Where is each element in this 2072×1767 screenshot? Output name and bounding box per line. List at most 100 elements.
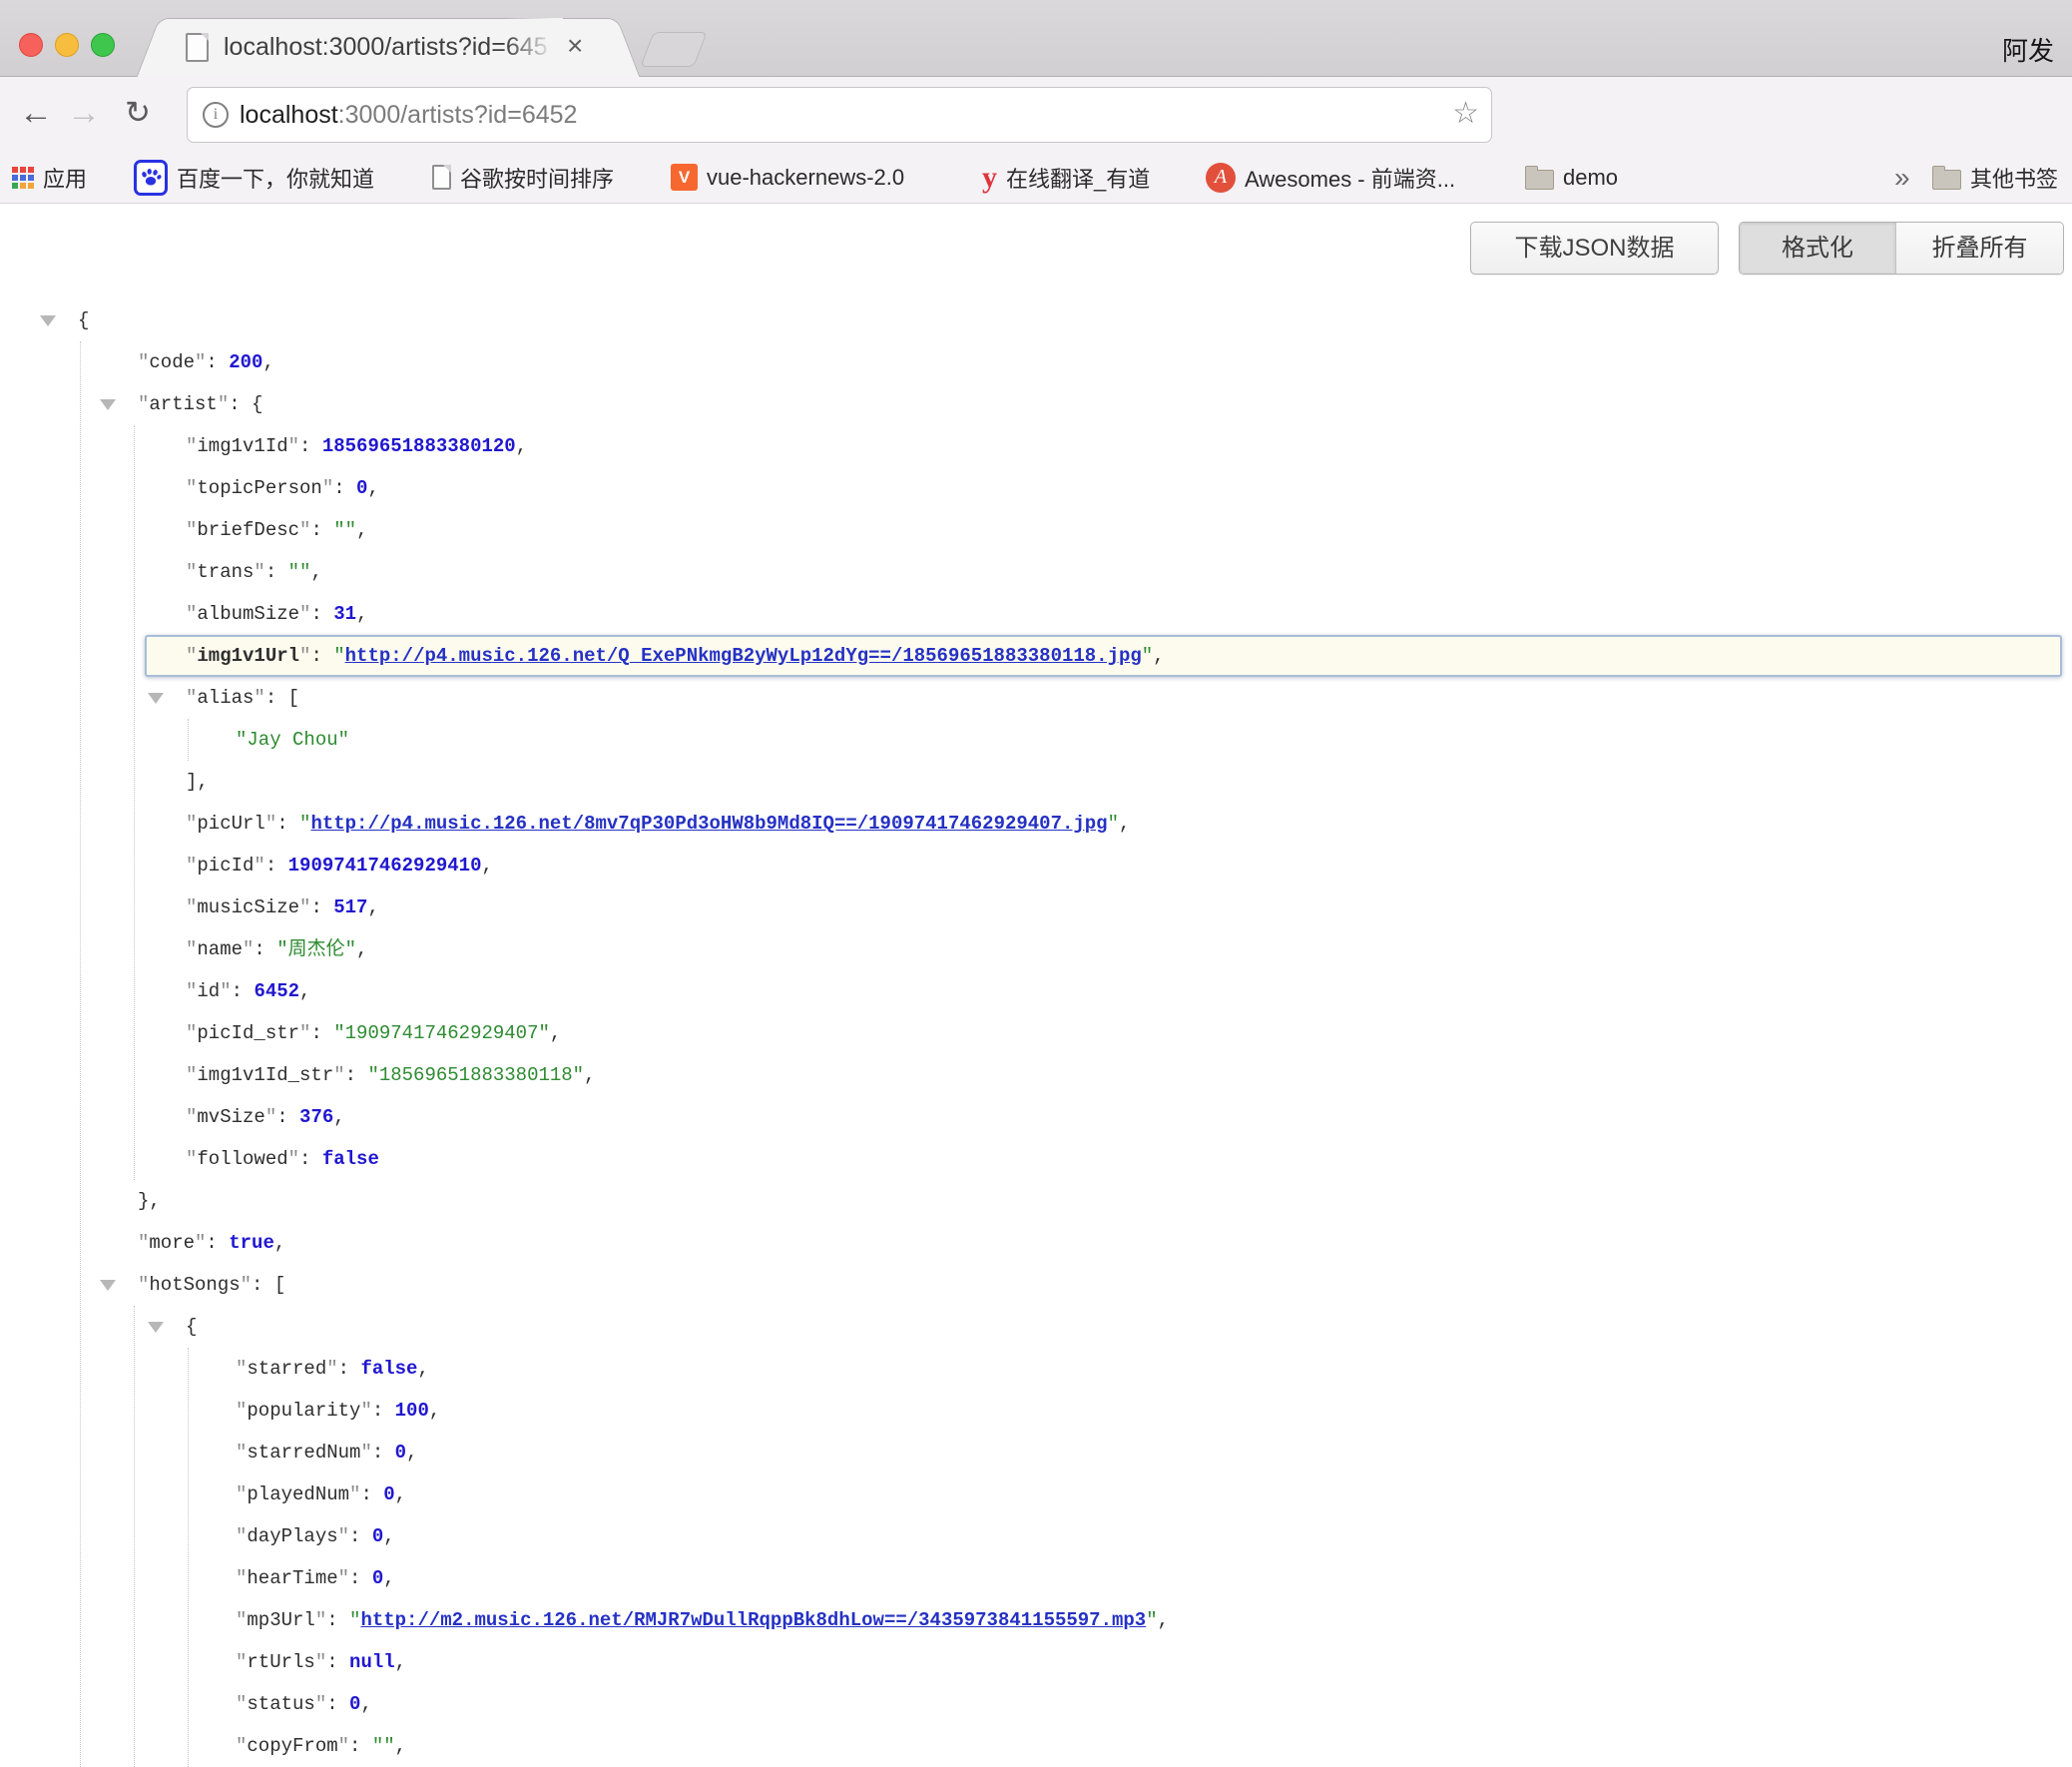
reload-button[interactable]: ↻: [116, 77, 160, 152]
json-line: "picUrl": "http://p4.music.126.net/8mv7q…: [0, 803, 2072, 845]
json-quote: ": [333, 645, 344, 667]
download-json-button[interactable]: 下载JSON数据: [1470, 222, 1719, 275]
json-value-string: "": [372, 1735, 395, 1757]
json-punctuation: ,: [383, 1567, 394, 1589]
forward-button: →: [62, 77, 106, 152]
json-quote: ": [254, 855, 264, 877]
json-line: "popularity": 100,: [0, 1390, 2072, 1432]
address-bar[interactable]: i localhost:3000/artists?id=6452 ☆: [187, 87, 1492, 143]
bookmark-vue-hackernews[interactable]: V vue-hackernews-2.0: [671, 152, 904, 203]
json-punctuation: :: [299, 1148, 322, 1170]
back-button[interactable]: ←: [14, 77, 58, 152]
json-key: albumSize: [197, 603, 299, 625]
json-key: trans: [197, 561, 254, 583]
json-quote: ": [138, 351, 149, 373]
tab-close-icon[interactable]: ×: [567, 18, 583, 77]
json-url-link[interactable]: http://p4.music.126.net/8mv7qP30Pd3oHW8b…: [310, 813, 1107, 835]
json-value-number: 200: [229, 351, 262, 373]
json-punctuation: ,: [1158, 1609, 1169, 1631]
json-url-link[interactable]: http://m2.music.126.net/RMJR7wDullRqppBk…: [360, 1609, 1146, 1631]
json-key: rtUrls: [247, 1651, 314, 1673]
json-punctuation: :: [349, 1735, 372, 1757]
json-key: followed: [197, 1148, 287, 1170]
json-value-number: 6452: [254, 980, 299, 1002]
window-close-button[interactable]: [19, 33, 43, 57]
bookmarks-overflow-chevron[interactable]: »: [1894, 152, 1910, 203]
json-line: "trans": "",: [0, 551, 2072, 593]
json-key: hotSongs: [149, 1274, 240, 1296]
page-icon: [186, 33, 209, 62]
json-quote: ": [186, 477, 197, 499]
bookmark-apps[interactable]: 应用: [12, 152, 87, 203]
json-key: picUrl: [197, 813, 264, 835]
json-punctuation: ,: [429, 1400, 440, 1422]
json-quote: ": [236, 1525, 247, 1547]
json-quote: ": [186, 938, 197, 960]
json-key: id: [197, 980, 220, 1002]
collapse-triangle-icon[interactable]: [148, 1322, 164, 1333]
browser-tab[interactable]: localhost:3000/artists?id=645 ×: [148, 18, 629, 77]
json-punctuation: ,: [367, 477, 378, 499]
json-quote: ": [299, 519, 310, 541]
bookmark-demo-folder[interactable]: demo: [1525, 152, 1618, 203]
window-zoom-button[interactable]: [91, 33, 115, 57]
bookmark-google-sort[interactable]: 谷歌按时间排序: [432, 152, 614, 203]
json-key: playedNum: [247, 1483, 349, 1505]
json-punctuation: :: [310, 645, 333, 667]
json-value-number: 18569651883380120: [322, 435, 516, 457]
json-key: mvSize: [197, 1106, 264, 1128]
new-tab-button[interactable]: [640, 32, 707, 67]
json-quote: ": [299, 896, 310, 918]
json-key: starred: [247, 1358, 326, 1380]
collapse-triangle-icon[interactable]: [100, 1280, 116, 1291]
json-punctuation: ,: [395, 1483, 406, 1505]
json-quote: ": [236, 1400, 247, 1422]
json-quote: ": [195, 351, 206, 373]
collapse-all-button[interactable]: 折叠所有: [1895, 223, 2063, 274]
bookmark-awesomes[interactable]: A Awesomes - 前端资...: [1206, 152, 1455, 203]
bookmark-star-icon[interactable]: ☆: [1452, 88, 1479, 142]
json-key: more: [149, 1232, 195, 1254]
json-key: topicPerson: [197, 477, 321, 499]
json-url-link[interactable]: http://p4.music.126.net/Q_ExePNkmgB2yWyL…: [345, 645, 1142, 667]
json-quote: ": [186, 1022, 197, 1044]
json-value-number: 0: [383, 1483, 394, 1505]
window-minimize-button[interactable]: [55, 33, 79, 57]
json-viewer: {"code": 200,"artist": {"img1v1Id": 1856…: [0, 299, 2072, 1767]
json-line: "followed": false: [0, 1138, 2072, 1180]
page-info-icon[interactable]: i: [203, 102, 229, 128]
json-quote: ": [186, 1064, 197, 1086]
json-value-string: "": [333, 519, 356, 541]
json-quote: ": [299, 603, 310, 625]
json-key: status: [247, 1693, 314, 1715]
json-punctuation: :: [372, 1400, 395, 1422]
json-punctuation: ,: [299, 980, 310, 1002]
json-key: dayPlays: [247, 1525, 337, 1547]
json-quote: ": [360, 1400, 371, 1422]
json-punctuation: {: [186, 1316, 197, 1338]
browser-profile-name[interactable]: 阿发: [2002, 31, 2054, 68]
other-bookmarks-folder[interactable]: 其他书签: [1932, 152, 2058, 203]
json-punctuation: ,: [1119, 813, 1130, 835]
collapse-triangle-icon[interactable]: [100, 399, 116, 410]
json-punctuation: :: [265, 855, 288, 877]
format-button[interactable]: 格式化: [1740, 223, 1895, 274]
json-quote: ": [349, 1483, 360, 1505]
bookmark-youdao[interactable]: y 在线翻译_有道: [982, 152, 1150, 203]
json-punctuation: ,: [356, 519, 367, 541]
json-line: "mp3Url": "http://m2.music.126.net/RMJR7…: [0, 1599, 2072, 1641]
json-punctuation: :: [333, 477, 356, 499]
json-punctuation: ,: [584, 1064, 595, 1086]
url-text[interactable]: localhost:3000/artists?id=6452: [240, 88, 577, 142]
collapse-triangle-icon[interactable]: [148, 693, 164, 704]
bookmarks-bar: 应用 百度一下，你就知道 谷歌按时间排序 V vue-hackernews-2.…: [0, 152, 2072, 204]
json-quote: ": [138, 393, 149, 415]
vue-v-icon: V: [671, 164, 698, 191]
bookmark-baidu[interactable]: 百度一下，你就知道: [134, 152, 374, 203]
awesomes-a-icon: A: [1206, 163, 1236, 193]
page-content: 下载JSON数据 格式化 折叠所有 {"code": 200,"artist":…: [0, 204, 2072, 1751]
json-key: code: [149, 351, 195, 373]
json-line: "picId_str": "19097417462929407",: [0, 1012, 2072, 1054]
json-line: "starred": false,: [0, 1348, 2072, 1390]
collapse-triangle-icon[interactable]: [40, 315, 56, 326]
